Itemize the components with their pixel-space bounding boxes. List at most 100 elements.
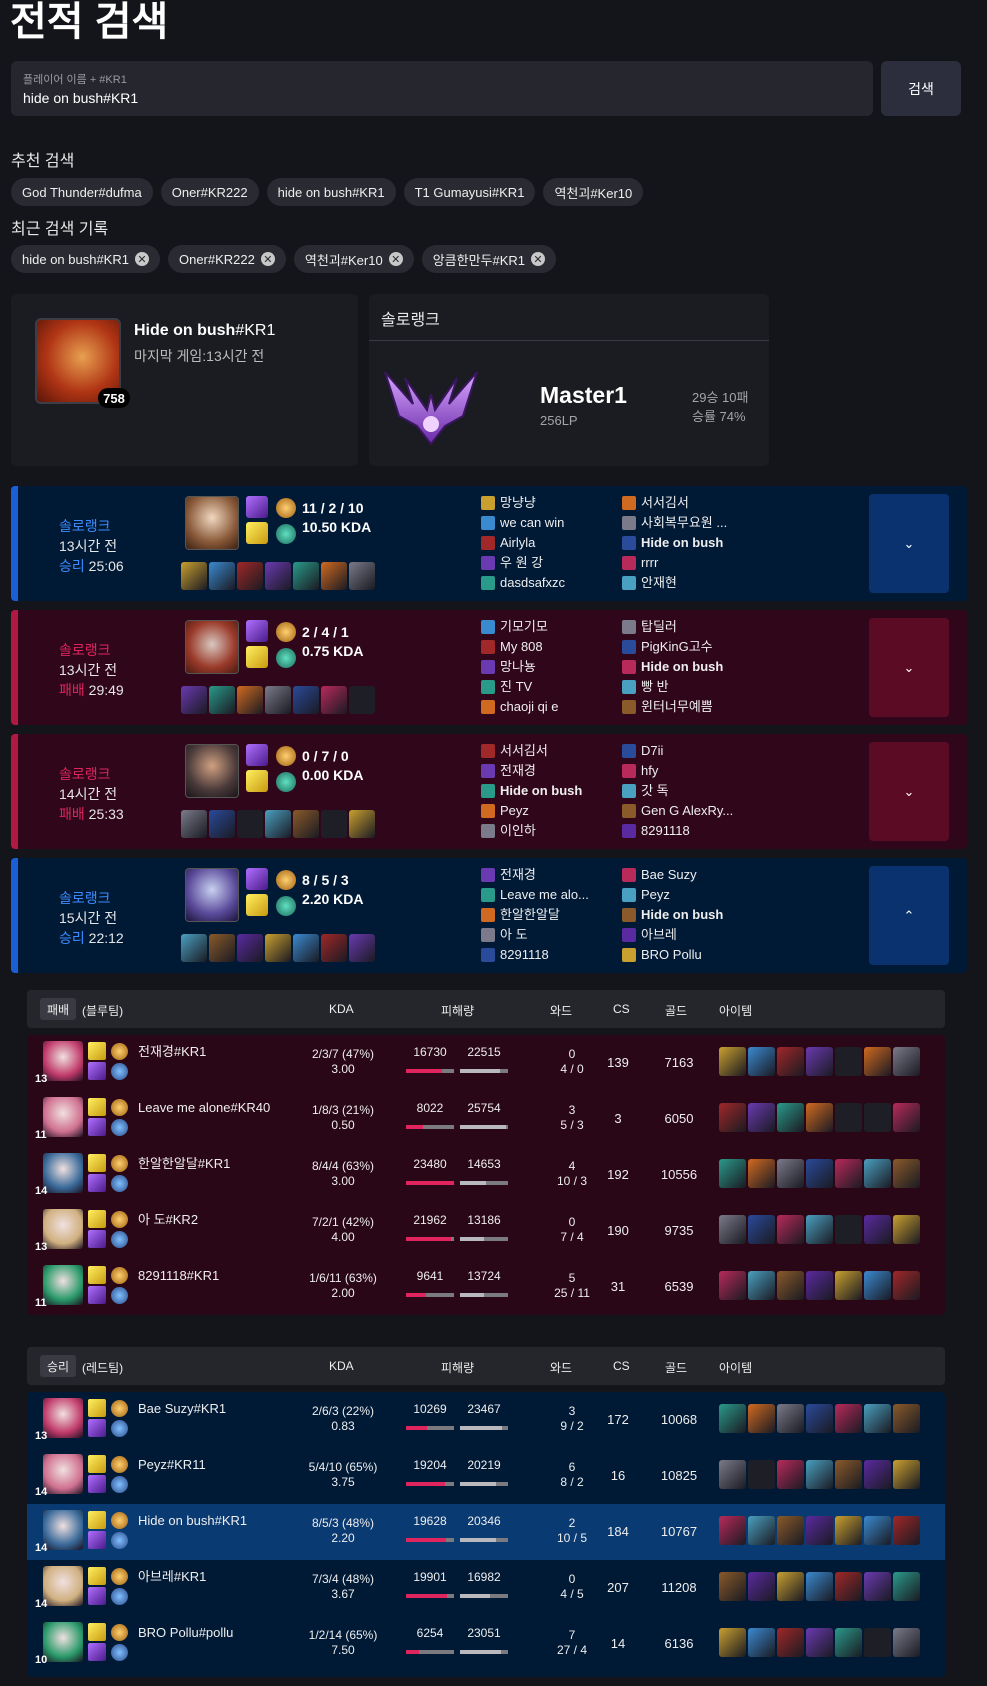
expand-button[interactable]: ⌄ [869, 494, 949, 593]
player-row[interactable]: 14 Peyz#KR11 5/4/10 (65%) 3.75 19204 2021… [27, 1448, 945, 1504]
player-row[interactable]: 14 Hide on bush#KR1 8/5/3 (48%) 2.20 1962… [27, 1504, 945, 1560]
player-row[interactable]: 13 전재경#KR1 2/3/7 (47%) 3.00 16730 22515 0… [27, 1035, 945, 1091]
player-entry[interactable]: 진 TV [481, 677, 559, 697]
bar-fill [460, 1069, 500, 1073]
player-cs: 16 [610, 1468, 626, 1483]
player-entry[interactable]: we can win [481, 513, 565, 533]
player-entry[interactable]: 탑딜러 [622, 617, 723, 637]
player-entry[interactable]: 아 도 [481, 925, 589, 945]
expand-button[interactable]: ⌃ [869, 866, 949, 965]
player-entry[interactable]: Airlyla [481, 533, 565, 553]
player-entry[interactable]: D7ii [622, 741, 733, 761]
player-name[interactable]: Peyz#KR11 [138, 1456, 288, 1474]
player-entry[interactable]: 망나뇽 [481, 657, 559, 677]
player-entry[interactable]: Hide on bush [622, 657, 723, 677]
player-name[interactable]: Leave me alone#KR40 [138, 1099, 288, 1117]
player-row[interactable]: 11 8291118#KR1 1/6/11 (63%) 2.00 9641 137… [27, 1259, 945, 1315]
player-entry[interactable]: 사회복무요원 ... [622, 513, 727, 533]
player-name[interactable]: 아 도#KR2 [138, 1211, 288, 1229]
player-entry[interactable]: 우 원 강 [481, 553, 565, 573]
recommend-chip[interactable]: 역천괴#Ker10 [543, 178, 644, 206]
damage-dealt-bar [406, 1125, 454, 1129]
player-name[interactable]: 한알한알달#KR1 [138, 1155, 288, 1173]
player-entry[interactable]: 윈터너무예쁨 [622, 697, 723, 717]
player-entry[interactable]: 서서김서 [622, 493, 727, 513]
recent-chip[interactable]: Oner#KR222 ✕ [167, 245, 286, 273]
player-entry[interactable]: Bae Suzy [622, 865, 723, 885]
player-entry[interactable]: 8291118 [622, 821, 733, 841]
player-row[interactable]: 13 Bae Suzy#KR1 2/6/3 (22%) 0.83 10269 23… [27, 1392, 945, 1448]
close-icon[interactable]: ✕ [531, 252, 546, 266]
player-entry[interactable]: PigKinG고수 [622, 637, 723, 657]
player-entry[interactable]: rrrr [622, 553, 727, 573]
player-entry[interactable]: Leave me alo... [481, 885, 589, 905]
player-entry[interactable]: 한알한알달 [481, 905, 589, 925]
player-name[interactable]: Bae Suzy#KR1 [138, 1400, 288, 1418]
col-damage: 피해량 [441, 1004, 475, 1018]
player-name[interactable]: BRO Pollu#pollu [138, 1624, 288, 1642]
expand-button[interactable]: ⌄ [869, 618, 949, 717]
champion-mini-icon [622, 680, 636, 694]
search-input[interactable]: 플레이어 이름 + #KR1 hide on bush#KR1 [11, 61, 873, 116]
player-entry[interactable]: Hide on bush [622, 905, 723, 925]
recent-chip[interactable]: 역천괴#Ker10 ✕ [293, 245, 414, 273]
match-card[interactable]: 솔로랭크 13시간 전 승리 25:06 11 / 2 / 10 10.50 KD… [11, 486, 967, 601]
player-entry[interactable]: 서서김서 [481, 741, 582, 761]
recommend-chip[interactable]: God Thunder#dufma [11, 178, 153, 206]
player-name[interactable]: 8291118#KR1 [138, 1267, 288, 1285]
player-entry[interactable]: 기모기모 [481, 617, 559, 637]
player-entry[interactable]: BRO Pollu [622, 945, 723, 965]
close-icon[interactable]: ✕ [388, 252, 403, 266]
player-entry[interactable]: 갓 독 [622, 781, 733, 801]
close-icon[interactable]: ✕ [260, 252, 275, 266]
close-icon[interactable]: ✕ [134, 252, 149, 266]
player-entry[interactable]: Peyz [481, 801, 582, 821]
item-icon [748, 1047, 775, 1076]
player-name[interactable]: 전재경#KR1 [138, 1043, 288, 1061]
player-entry[interactable]: Peyz [622, 885, 723, 905]
match-card[interactable]: 솔로랭크 14시간 전 패배 25:33 0 / 7 / 0 0.00 KDA 서… [11, 734, 967, 849]
player-row[interactable]: 14 한알한알달#KR1 8/4/4 (63%) 3.00 23480 14653… [27, 1147, 945, 1203]
ward-detail: 25 / 11 [554, 1286, 590, 1300]
recent-chip[interactable]: 앙큼한만두#KR1 ✕ [421, 245, 557, 273]
player-entry[interactable]: Hide on bush [622, 533, 727, 553]
player-row[interactable]: 13 아 도#KR2 7/2/1 (42%) 4.00 21962 13186 0… [27, 1203, 945, 1259]
player-entry[interactable]: 안재현 [622, 573, 727, 593]
recommend-chip[interactable]: hide on bush#KR1 [266, 178, 396, 206]
recommend-chip[interactable]: T1 Gumayusi#KR1 [403, 178, 536, 206]
damage-taken: 16982 [467, 1570, 501, 1584]
champion-mini-icon [481, 948, 495, 962]
player-entry[interactable]: 아브레 [622, 925, 723, 945]
player-entry[interactable]: dasdsafxzc [481, 573, 565, 593]
player-entry[interactable]: 8291118 [481, 945, 589, 965]
player-wards: 35 / 3 [542, 1103, 602, 1133]
champion-mini-icon [622, 948, 636, 962]
match-card[interactable]: 솔로랭크 13시간 전 패배 29:49 2 / 4 / 1 0.75 KDA 기… [11, 610, 967, 725]
player-row[interactable]: 11 Leave me alone#KR40 1/8/3 (21%) 0.50 8… [27, 1091, 945, 1147]
player-entry[interactable]: 망냥냥 [481, 493, 565, 513]
player-entry[interactable]: chaoji qi e [481, 697, 559, 717]
expand-button[interactable]: ⌄ [869, 742, 949, 841]
item-icon [893, 1159, 920, 1188]
player-name[interactable]: 아브레#KR1 [138, 1568, 288, 1586]
recommend-chip[interactable]: Oner#KR222 [160, 178, 259, 206]
player-entry[interactable]: 이인하 [481, 821, 582, 841]
player-entry[interactable]: Hide on bush [481, 781, 582, 801]
player-entry[interactable]: My 808 [481, 637, 559, 657]
rank-card: 솔로랭크 Master1 256LP 29승 10패 승률 74% [369, 294, 769, 466]
recent-chip[interactable]: hide on bush#KR1 ✕ [11, 245, 160, 273]
team2-list: D7ii hfy 갓 독 Gen G AlexRy... 8291118 [622, 741, 733, 841]
player-entry[interactable]: 전재경 [481, 761, 582, 781]
player-row[interactable]: 10 BRO Pollu#pollu 1/2/14 (65%) 7.50 6254… [27, 1616, 945, 1672]
player-entry[interactable]: 전재경 [481, 865, 589, 885]
search-button[interactable]: 검색 [881, 61, 961, 116]
wards-placed: 7 [568, 1628, 576, 1642]
player-entry[interactable]: hfy [622, 761, 733, 781]
player-row[interactable]: 14 아브레#KR1 7/3/4 (48%) 3.67 19901 16982 0… [27, 1560, 945, 1616]
player-name[interactable]: Hide on bush#KR1 [138, 1512, 288, 1530]
summoner-spell-icon [88, 1154, 106, 1172]
player-entry[interactable]: 빵 반 [622, 677, 723, 697]
match-card[interactable]: 솔로랭크 15시간 전 승리 22:12 8 / 5 / 3 2.20 KDA 전… [11, 858, 967, 973]
player-name: hfy [641, 763, 659, 778]
player-entry[interactable]: Gen G AlexRy... [622, 801, 733, 821]
